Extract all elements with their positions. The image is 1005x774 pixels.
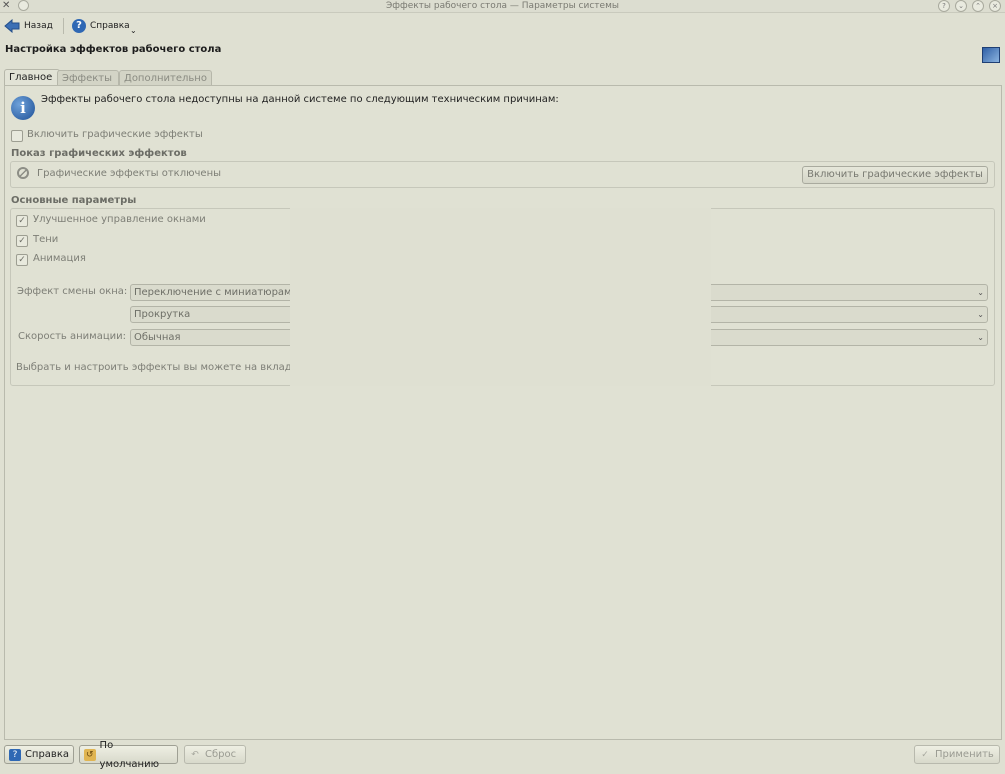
apply-button[interactable]: ✓ Применить (914, 745, 1000, 764)
reset-label: Сброс (205, 749, 237, 760)
window-management-checkbox[interactable]: ✓ (16, 215, 28, 227)
info-message: Эффекты рабочего стола недоступны на дан… (41, 94, 559, 105)
main-params-header: Основные параметры (11, 195, 137, 206)
back-label: Назад (24, 21, 53, 31)
effects-hint-text: Выбрать и настроить эффекты вы можете на… (16, 362, 292, 373)
help-bottom-label: Справка (24, 749, 69, 760)
animation-checkbox[interactable]: ✓ (16, 254, 28, 266)
window-title: Эффекты рабочего стола — Параметры систе… (386, 1, 619, 11)
reset-button[interactable]: ↶ Сброс (184, 745, 246, 764)
help-icon: ? (72, 19, 86, 33)
maximize-icon[interactable]: ⌃ (972, 0, 984, 12)
chevron-down-icon: ⌄ (977, 288, 984, 297)
show-effects-header: Показ графических эффектов (11, 148, 187, 159)
chevron-down-icon: ⌄ (977, 310, 984, 319)
window-switch-label: Эффект смены окна: (17, 286, 128, 297)
disabled-icon (17, 167, 29, 179)
toolbar-separator (63, 18, 64, 34)
animation-label: Анимация (33, 253, 86, 264)
tab-main[interactable]: Главное (4, 69, 60, 86)
help-label: Справка (90, 21, 130, 31)
desktop-config-icon[interactable] (982, 47, 1000, 63)
window-switch-value: Переключение с миниатюрами (134, 287, 299, 298)
chevron-down-icon: ⌄ (130, 26, 137, 35)
defaults-button[interactable]: ↺ По умолчанию (79, 740, 178, 770)
desktop-switch-value: Прокрутка (134, 309, 191, 320)
enable-effects-button[interactable]: Включить графические эффекты (802, 166, 988, 184)
checkmark-icon: ✓ (921, 749, 929, 760)
help-book-icon: ? (9, 748, 21, 761)
shadows-label: Тени (33, 234, 59, 245)
close-icon[interactable]: × (989, 0, 1001, 12)
help-window-icon[interactable]: ? (938, 0, 950, 12)
overlay-patch (290, 208, 711, 386)
enable-effects-checkbox[interactable] (11, 130, 23, 142)
tab-advanced[interactable]: Дополнительно (119, 70, 212, 86)
toolbar: Назад ? Справка ⌄ (0, 13, 1005, 39)
apply-label: Применить (935, 749, 994, 760)
info-icon: i (11, 96, 35, 120)
title-bar: ✕ Эффекты рабочего стола — Параметры сис… (0, 0, 1005, 13)
window-management-label: Улучшенное управление окнами (33, 214, 206, 225)
anim-speed-label: Скорость анимации: (18, 331, 127, 342)
enable-effects-label: Включить графические эффекты (27, 129, 203, 140)
help-button[interactable]: ? Справка ⌄ (72, 17, 137, 35)
anim-speed-value: Обычная (134, 332, 181, 343)
undo-icon: ↶ (191, 749, 199, 760)
defaults-icon: ↺ (84, 748, 96, 761)
effects-status-text: Графические эффекты отключены (37, 168, 222, 179)
help-bottom-button[interactable]: ? Справка (4, 745, 74, 764)
minimize-icon[interactable]: ⌄ (955, 0, 967, 12)
page-title: Настройка эффектов рабочего стола (5, 44, 222, 55)
arrow-left-icon (4, 19, 20, 33)
back-button[interactable]: Назад (4, 17, 53, 35)
chevron-down-icon: ⌄ (977, 333, 984, 342)
shadows-checkbox[interactable]: ✓ (16, 235, 28, 247)
tab-effects[interactable]: Эффекты (57, 70, 119, 86)
